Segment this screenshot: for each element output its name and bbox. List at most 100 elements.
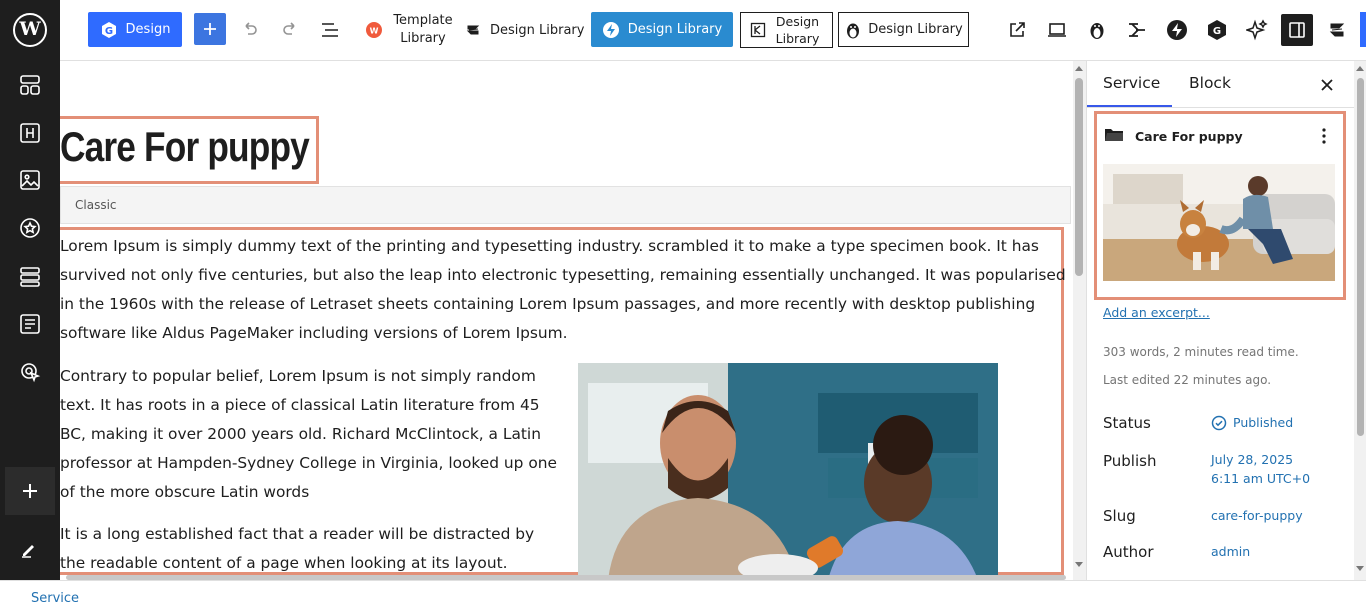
ai-assistant-button[interactable] [1243,16,1271,44]
paragraph-2[interactable]: Contrary to popular belief, Lorem Ipsum … [60,362,558,507]
undo-button[interactable] [236,16,264,44]
design-library-button-2[interactable]: Design Library [591,12,733,47]
publish-date-button[interactable]: July 28, 2025 6:11 am UTC+0 [1211,450,1310,488]
layout-icon[interactable] [18,265,42,289]
external-link-icon [1010,22,1025,37]
add-block-button[interactable] [5,467,55,515]
classic-block-toolbar[interactable]: Classic [60,186,1071,224]
tab-block[interactable]: Block [1189,74,1231,92]
generateblocks-button[interactable]: G [1203,16,1231,44]
stackable-logo-icon [466,25,480,35]
sparkle-icon [1246,19,1268,41]
device-preview-button[interactable] [1043,16,1071,44]
design-library-button-1[interactable]: Design Library [464,16,584,44]
bolt-icon [602,21,619,38]
author-value[interactable]: admin [1211,542,1250,561]
scroll-up-arrow-icon[interactable] [1075,66,1083,71]
design-logo-icon: G [101,21,116,38]
undo-icon [245,22,257,35]
stackable-settings-button[interactable] [1323,16,1351,44]
plus-icon [204,23,216,35]
heading-icon[interactable] [18,121,42,145]
design-library-button-3[interactable]: Design Library [740,12,833,48]
slug-label: Slug [1103,507,1136,525]
publish-label: Publish [1103,452,1157,470]
tabs-divider [1087,107,1366,108]
settings-sidebar-toggle[interactable] [1281,14,1313,46]
block-breadcrumb-bar: Service [0,580,1366,615]
post-title[interactable]: Care For puppy [60,123,310,171]
canvas-scrollbar[interactable] [1073,61,1086,580]
kadence-icon [750,22,765,38]
settings-sidebar: Service Block Care For puppy Add an exce… [1086,61,1366,580]
patterns-icon[interactable] [18,73,42,97]
star-icon[interactable] [18,216,42,240]
penguin-icon [847,23,860,38]
post-card-title: Care For puppy [1135,129,1243,144]
editor-canvas: Care For puppy Classic Lorem Ipsum is si… [60,61,1086,580]
top-toolbar: G Design W Template Library Design Libra… [60,0,1366,61]
design-button[interactable]: G Design [88,12,182,47]
document-overview-button[interactable] [316,16,344,44]
cursor-icon[interactable] [18,360,42,384]
paragraph-1[interactable]: Lorem Ipsum is simply dummy text of the … [60,232,1070,348]
close-icon [1321,79,1333,91]
sidebar-scrollbar[interactable] [1354,61,1366,580]
last-edited-text: Last edited 22 minutes ago. [1103,373,1272,387]
desktop-icon [1048,23,1066,37]
wordpress-logo-icon[interactable]: W [13,13,47,47]
svg-text:G: G [1213,26,1221,37]
svg-text:W: W [370,27,379,36]
published-check-icon [1211,415,1227,430]
scroll-down-arrow-icon[interactable] [1075,562,1083,567]
sidebar-icon [1289,22,1305,38]
penguin-plugin-button[interactable] [1083,16,1111,44]
view-post-button[interactable] [1003,16,1031,44]
vet-photo-image[interactable] [578,363,998,580]
list-view-icon [322,23,338,37]
template-library-button[interactable]: W Template Library [360,12,460,48]
design-library-label-4: Design Library [868,22,963,37]
add-excerpt-link[interactable]: Add an excerpt... [1103,305,1210,320]
pencil-icon[interactable] [18,537,42,561]
template-library-label: Template Library [393,13,453,46]
hexagon-logo-icon: G [1208,20,1226,40]
canvas-scroll-thumb[interactable] [1075,78,1083,276]
svg-text:G: G [104,26,112,37]
bolt-icon [1167,20,1187,40]
design-button-label: Design [125,22,171,37]
stackable-logo-icon [1329,23,1345,37]
status-value: Published [1233,415,1294,430]
bolt-plugin-button[interactable] [1163,16,1191,44]
breadcrumb-service[interactable]: Service [31,591,79,606]
publish-time: 6:11 am UTC+0 [1211,471,1311,486]
featured-image[interactable] [1103,164,1335,281]
scroll-down-arrow-icon[interactable] [1356,566,1364,571]
list-icon[interactable] [18,312,42,336]
status-label: Status [1103,414,1151,432]
close-sidebar-button[interactable] [1316,74,1338,96]
spectra-plugin-button[interactable] [1123,16,1151,44]
scroll-up-arrow-icon[interactable] [1356,66,1364,71]
editor-app: W G Design W Template Library Design Lib… [0,0,1366,615]
word-count-text: 303 words, 2 minutes read time. [1103,345,1299,359]
post-actions-menu-button[interactable] [1317,125,1331,147]
paragraph-3[interactable]: It is a long established fact that a rea… [60,520,558,578]
blue-edge-button[interactable] [1360,12,1366,47]
author-label: Author [1103,543,1154,561]
more-vertical-icon [1322,128,1326,144]
redo-icon [283,22,295,35]
redo-button[interactable] [276,16,304,44]
design-library-button-4[interactable]: Design Library [838,12,969,47]
publish-date: July 28, 2025 [1211,452,1294,467]
folder-icon [1104,127,1124,147]
tab-service[interactable]: Service [1103,74,1160,92]
penguin-icon [1090,23,1104,39]
slug-value[interactable]: care-for-puppy [1211,506,1303,525]
image-icon[interactable] [18,168,42,192]
design-library-label-1: Design Library [490,22,585,38]
sidebar-scroll-thumb[interactable] [1357,78,1364,436]
block-inserter-button[interactable] [194,13,226,45]
spectra-icon [1129,23,1145,37]
status-value-button[interactable]: Published [1211,413,1293,432]
